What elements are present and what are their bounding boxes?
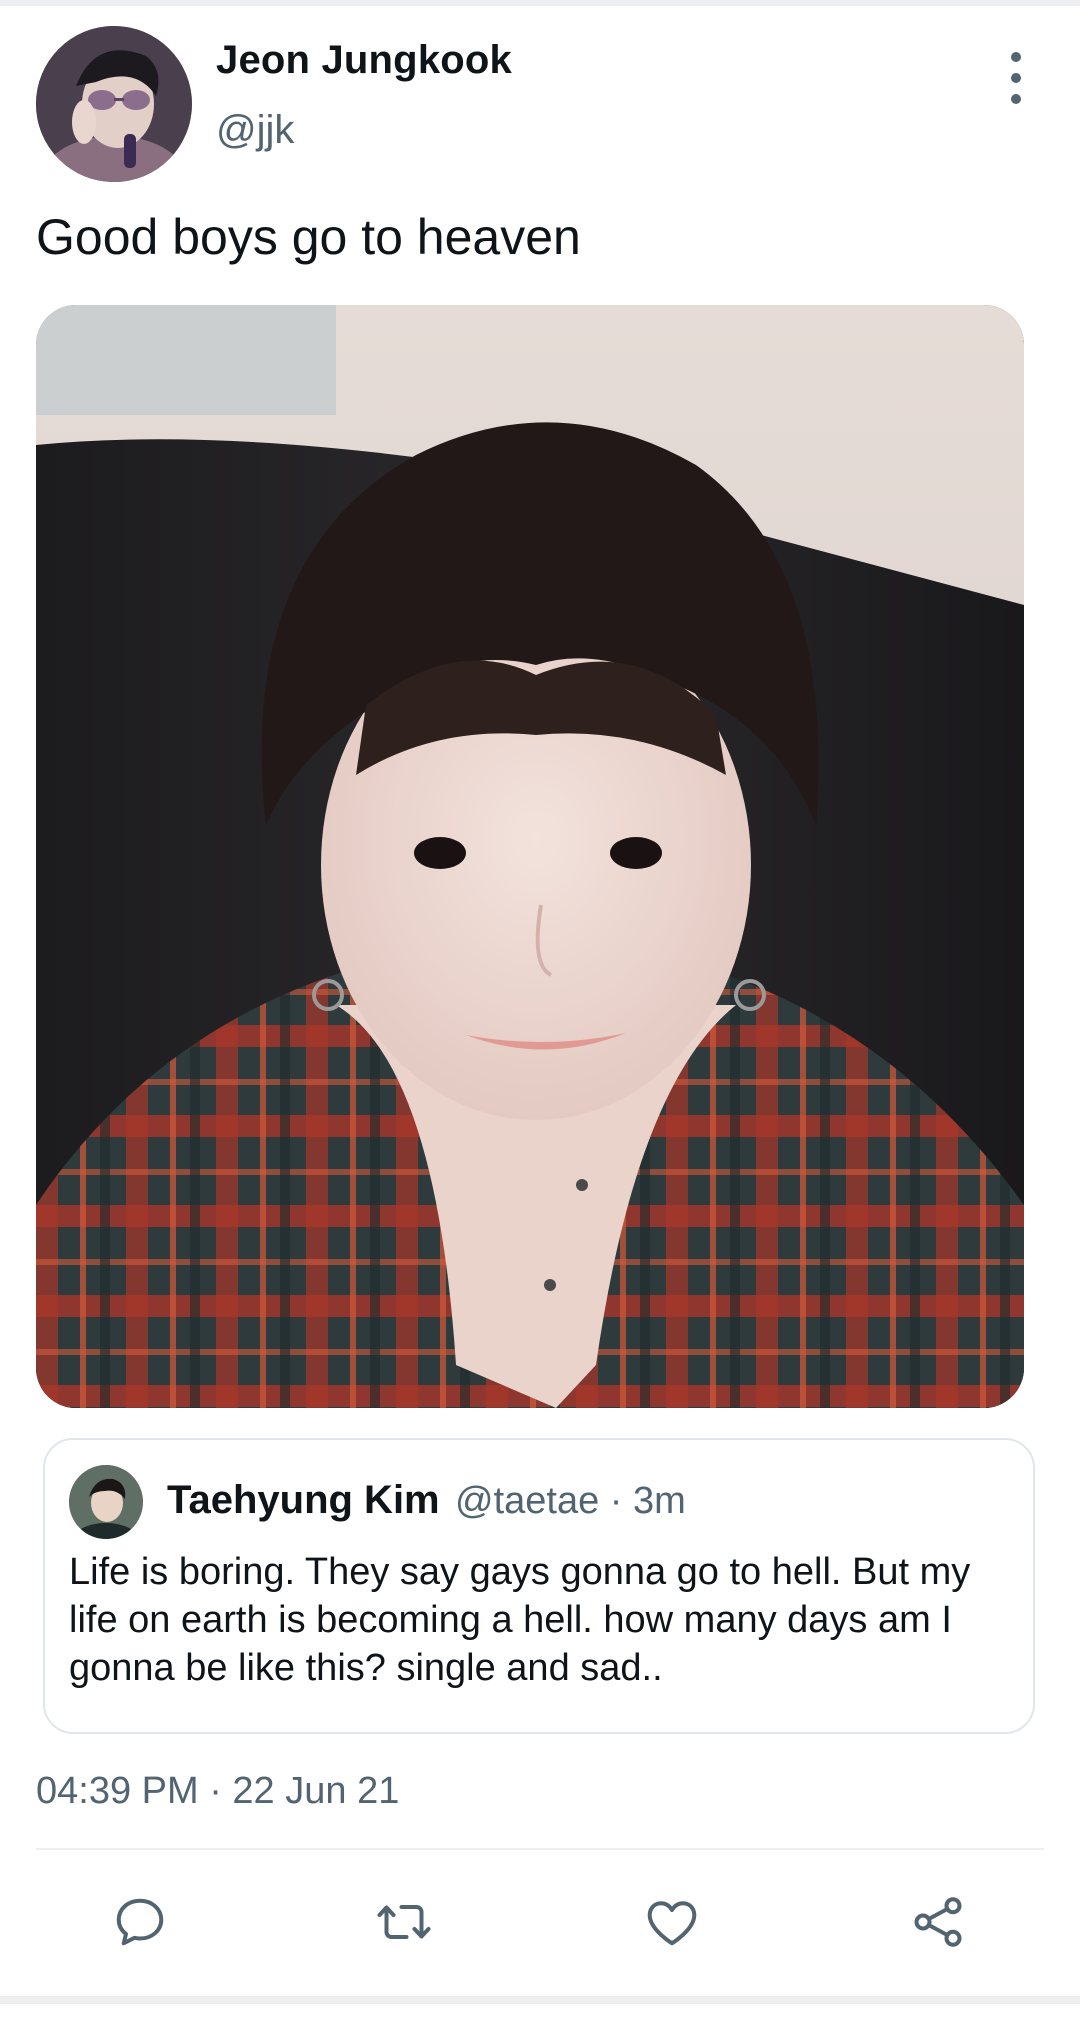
reply-button[interactable] [108, 1890, 172, 1954]
quoted-author-name[interactable]: Taehyung Kim [167, 1478, 440, 1523]
tweet-text: Good boys go to heaven [36, 209, 581, 265]
selfie-photo [36, 305, 1024, 1408]
more-dot-icon [1011, 94, 1021, 104]
share-button[interactable] [906, 1890, 970, 1954]
share-icon [914, 1897, 962, 1947]
more-dot-icon [1011, 73, 1021, 83]
quoted-tweet-text: Life is boring. They say gays gonna go t… [69, 1551, 971, 1689]
actions-divider [36, 1848, 1044, 1850]
avatar-photo [36, 26, 192, 182]
tweet-timestamp: 04:39 PM · 22 Jun 21 [36, 1770, 400, 1812]
quoted-tweet-card[interactable]: Taehyung Kim @taetae · 3m Life is boring… [43, 1438, 1035, 1734]
tweet-media-photo[interactable] [36, 305, 1024, 1408]
retweet-icon [377, 1905, 431, 1939]
author-display-name[interactable]: Jeon Jungkook [216, 38, 512, 83]
like-button[interactable] [640, 1890, 704, 1954]
more-options-button[interactable] [996, 52, 1036, 104]
quoted-avatar-photo [69, 1465, 143, 1539]
author-handle[interactable]: @jjk [216, 108, 294, 153]
retweet-button[interactable] [372, 1890, 436, 1954]
reply-icon [116, 1898, 164, 1946]
heart-icon [647, 1901, 697, 1946]
top-divider [0, 0, 1080, 6]
quoted-author-avatar[interactable] [69, 1465, 143, 1539]
author-avatar[interactable] [36, 26, 192, 182]
quoted-author-meta: @taetae · 3m [455, 1480, 686, 1522]
bottom-divider [0, 1996, 1080, 2004]
more-dot-icon [1011, 52, 1021, 62]
